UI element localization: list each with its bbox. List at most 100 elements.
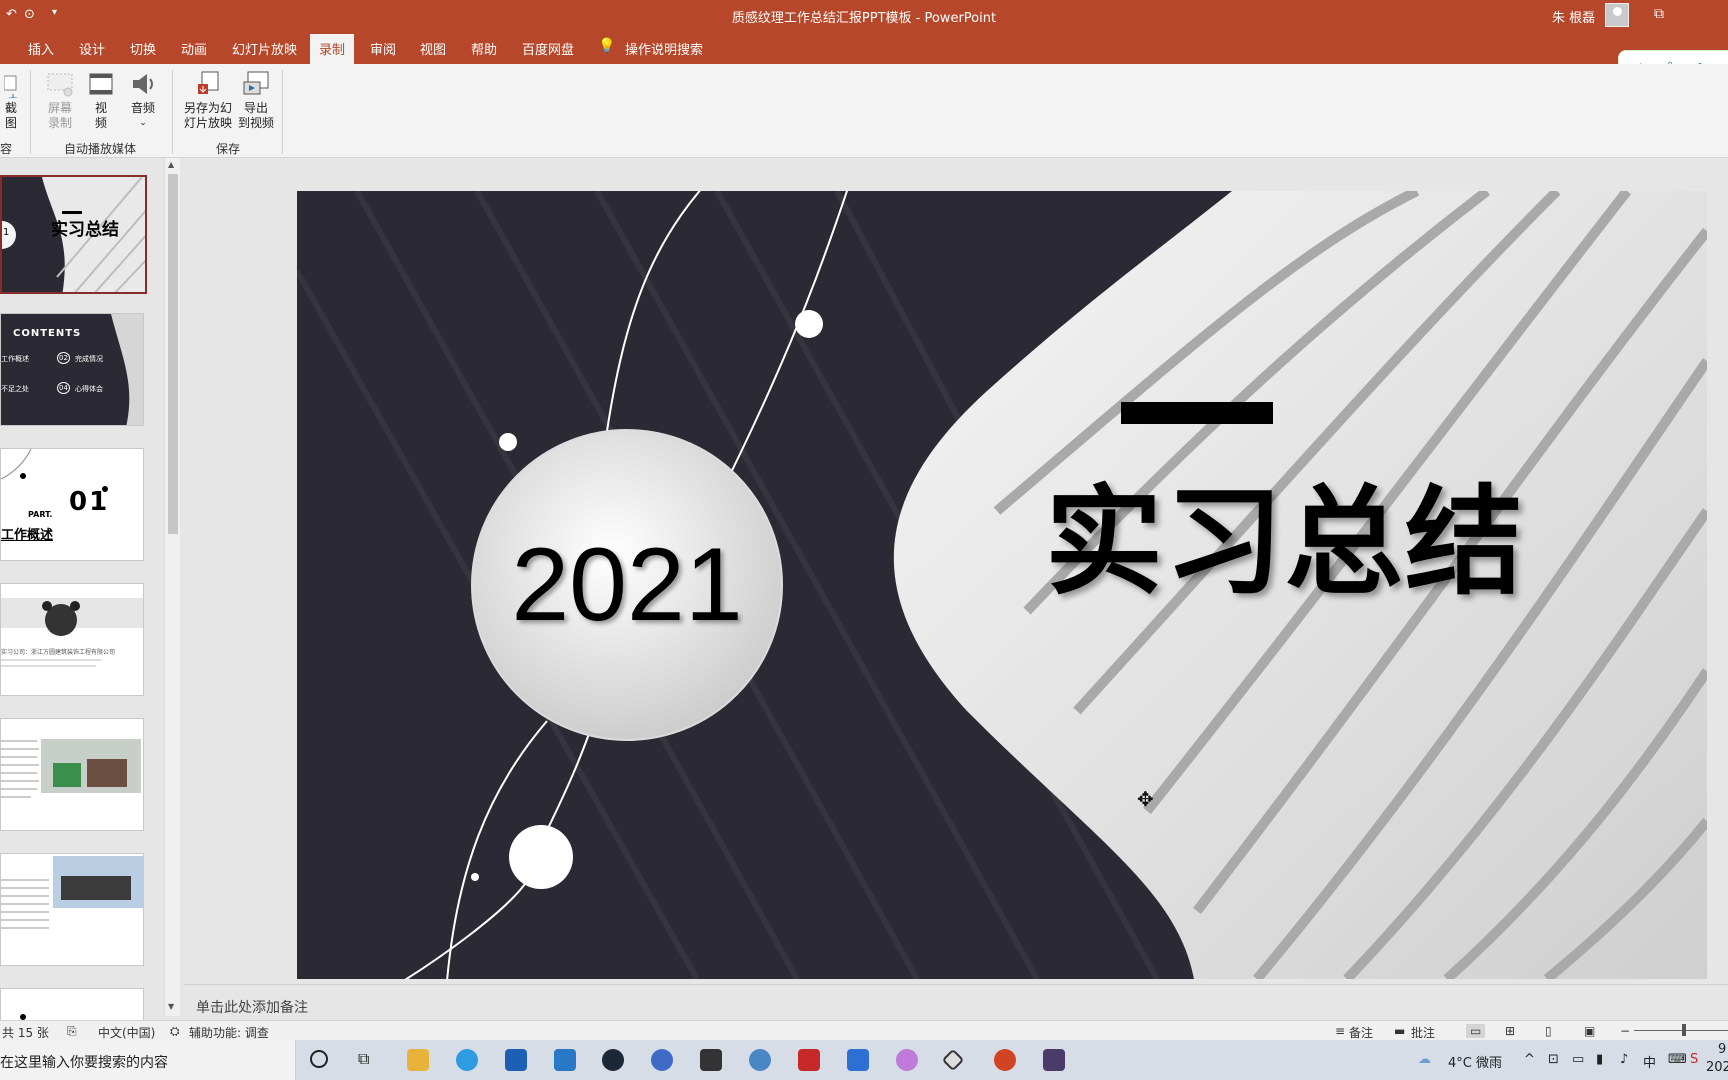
scroll-up-icon[interactable]: ▲	[168, 160, 174, 169]
language-status[interactable]: 中文(中国)	[98, 1024, 155, 1041]
tray-app-icon[interactable]: ⊡	[1548, 1052, 1559, 1067]
autocad-icon[interactable]	[798, 1049, 820, 1071]
slide-count[interactable]: 共 15 张	[2, 1024, 49, 1041]
scrollbar-thumb[interactable]	[168, 174, 178, 534]
export-video-icon	[242, 70, 270, 98]
notes-button[interactable]: 备注	[1349, 1024, 1373, 1041]
weather-text[interactable]: 4°C 微雨	[1448, 1052, 1502, 1071]
tab-design[interactable]: 设计	[79, 39, 105, 58]
title-bar: ↶ ⊙ ▾ 质感纹理工作总结汇报PPT模板 - PowerPoint 朱 根磊 …	[0, 0, 1728, 32]
taskbar-search-box[interactable]: 在这里输入你要搜索的内容	[0, 1040, 296, 1080]
slide-thumbnail-5[interactable]	[0, 718, 144, 831]
notes-placeholder[interactable]: 单击此处添加备注	[196, 997, 308, 1017]
accessibility-status[interactable]: 辅助功能: 调查	[189, 1024, 269, 1041]
thumb2-item-1: 工作概述	[1, 355, 29, 363]
network-icon[interactable]: ▭	[1572, 1052, 1584, 1067]
screenshot-label: 截图	[4, 101, 17, 130]
taskbar-search-placeholder[interactable]: 在这里输入你要搜索的内容	[0, 1052, 168, 1072]
clock-time[interactable]: 9	[1718, 1042, 1726, 1057]
file-explorer-icon[interactable]	[407, 1049, 429, 1071]
steam-icon[interactable]	[602, 1049, 624, 1071]
clock-date[interactable]: 202	[1706, 1060, 1728, 1075]
mail-icon[interactable]	[554, 1049, 576, 1071]
slide-year[interactable]: 2021	[472, 526, 782, 645]
slide-thumbnail-1[interactable]: 1 实习总结	[0, 175, 147, 294]
slide-thumbnail-pane[interactable]: 1 实习总结 CONTENTS 工作概述 02 完成情况 不足之处 04 心得体…	[0, 158, 165, 1025]
export-video-button[interactable]: 导出 到视频	[236, 70, 276, 131]
slide-canvas[interactable]: 2021 实习总结 ✥	[297, 191, 1707, 979]
tab-insert[interactable]: 插入	[28, 39, 54, 58]
weather-icon[interactable]: ☁	[1418, 1052, 1431, 1067]
thumb1-num: 1	[3, 227, 10, 238]
recorder-icon[interactable]	[1043, 1049, 1065, 1071]
slide-thumbnail-4[interactable]: 实习公司：浙江方圆建筑装饰工程有限公司	[0, 583, 144, 696]
slide-title[interactable]: 实习总结	[1045, 446, 1525, 617]
video-label-2: 频	[94, 116, 107, 130]
notes-pane[interactable]: 单击此处添加备注	[184, 984, 1728, 1022]
taskbar-ime-indicator[interactable]: 中	[1643, 1052, 1656, 1071]
battery-icon[interactable]: ▮	[1596, 1052, 1603, 1067]
scroll-down-icon[interactable]: ▼	[168, 1002, 174, 1011]
accessibility-icon[interactable]: ⛭	[170, 1024, 180, 1039]
tab-animations[interactable]: 动画	[181, 39, 207, 58]
audio-button[interactable]: 音频 ⌄	[126, 70, 160, 131]
speaker-icon	[129, 70, 157, 98]
video-button[interactable]: 视 频	[86, 70, 116, 131]
zoom-out-button[interactable]: −	[1620, 1024, 1630, 1038]
ribbon-display-options-icon[interactable]: ⧉	[1654, 6, 1664, 22]
zoom-slider-thumb[interactable]	[1682, 1024, 1686, 1036]
audio-dropdown-icon[interactable]: ⌄	[126, 116, 160, 131]
save-as-show-button[interactable]: 另存为幻 灯片放映	[180, 70, 236, 131]
zoom-slider[interactable]	[1634, 1030, 1728, 1031]
tab-help[interactable]: 帮助	[471, 39, 497, 58]
tab-transitions[interactable]: 切换	[130, 39, 156, 58]
comments-icon[interactable]: ▬	[1394, 1024, 1405, 1038]
comments-button[interactable]: 批注	[1411, 1024, 1435, 1041]
lightbulb-icon: 💡	[598, 38, 616, 54]
tab-baidu-netdisk[interactable]: 百度网盘	[522, 39, 574, 58]
screen-recording-button[interactable]: 屏幕 录制	[42, 70, 78, 131]
store-icon[interactable]	[505, 1049, 527, 1071]
sogou-icon[interactable]	[651, 1049, 673, 1071]
feishu-icon[interactable]	[847, 1049, 869, 1071]
keyboard-icon[interactable]: ⌨	[1668, 1052, 1687, 1067]
slide-sorter-icon[interactable]: ⊞	[1505, 1024, 1515, 1038]
tab-tell-me[interactable]: 操作说明搜索	[625, 39, 703, 58]
volume-icon[interactable]: ♪	[1620, 1052, 1628, 1067]
save-as-show-label-1: 另存为幻	[183, 101, 232, 115]
edge-icon[interactable]	[456, 1049, 478, 1071]
app-icon-blue[interactable]	[749, 1049, 771, 1071]
audio-label: 音频	[130, 101, 155, 115]
slide-thumbnail-2[interactable]: CONTENTS 工作概述 02 完成情况 不足之处 04 心得体会	[0, 313, 144, 426]
move-cursor-icon: ✥	[1137, 787, 1154, 811]
slide-thumbnail-3[interactable]: PART. 01 工作概述	[0, 448, 144, 561]
itunes-icon[interactable]	[896, 1049, 918, 1071]
normal-view-icon[interactable]: ▭	[1466, 1024, 1486, 1038]
tab-recording[interactable]: 录制	[310, 34, 355, 64]
git-icon[interactable]	[941, 1048, 965, 1072]
solitaire-icon[interactable]	[700, 1049, 722, 1071]
notes-icon[interactable]: ≡	[1335, 1024, 1345, 1038]
tab-slideshow[interactable]: 幻灯片放映	[232, 39, 297, 58]
tab-review[interactable]: 审阅	[370, 39, 396, 58]
user-name[interactable]: 朱 根磊	[1552, 7, 1595, 26]
spellcheck-icon[interactable]: ⎘	[67, 1024, 77, 1039]
avatar[interactable]	[1605, 3, 1629, 27]
window-title: 质感纹理工作总结汇报PPT模板 - PowerPoint	[731, 11, 997, 26]
slide-thumbnail-6[interactable]	[0, 853, 144, 966]
screen-recording-label-1: 屏幕	[47, 101, 72, 115]
slideshow-icon[interactable]: ▣	[1584, 1024, 1595, 1038]
thumb6-art	[1, 856, 143, 929]
tab-view[interactable]: 视图	[420, 39, 446, 58]
antivirus-icon[interactable]: S	[1690, 1052, 1698, 1067]
tray-expand-icon[interactable]: ^	[1524, 1052, 1535, 1067]
powerpoint-taskbar-icon[interactable]	[994, 1049, 1016, 1071]
thumb1-title: 实习总结	[51, 220, 119, 240]
work-area: 1 实习总结 CONTENTS 工作概述 02 完成情况 不足之处 04 心得体…	[0, 158, 1728, 1025]
reading-view-icon[interactable]: ▯	[1545, 1024, 1552, 1038]
cortana-icon[interactable]	[310, 1050, 328, 1068]
task-view-icon[interactable]: ⧉	[358, 1049, 369, 1069]
thumb3-part: PART.	[28, 510, 53, 519]
thumbnail-scrollbar[interactable]: ▲ ▼	[164, 158, 180, 1016]
screenshot-button[interactable]: + 截图	[0, 70, 22, 131]
